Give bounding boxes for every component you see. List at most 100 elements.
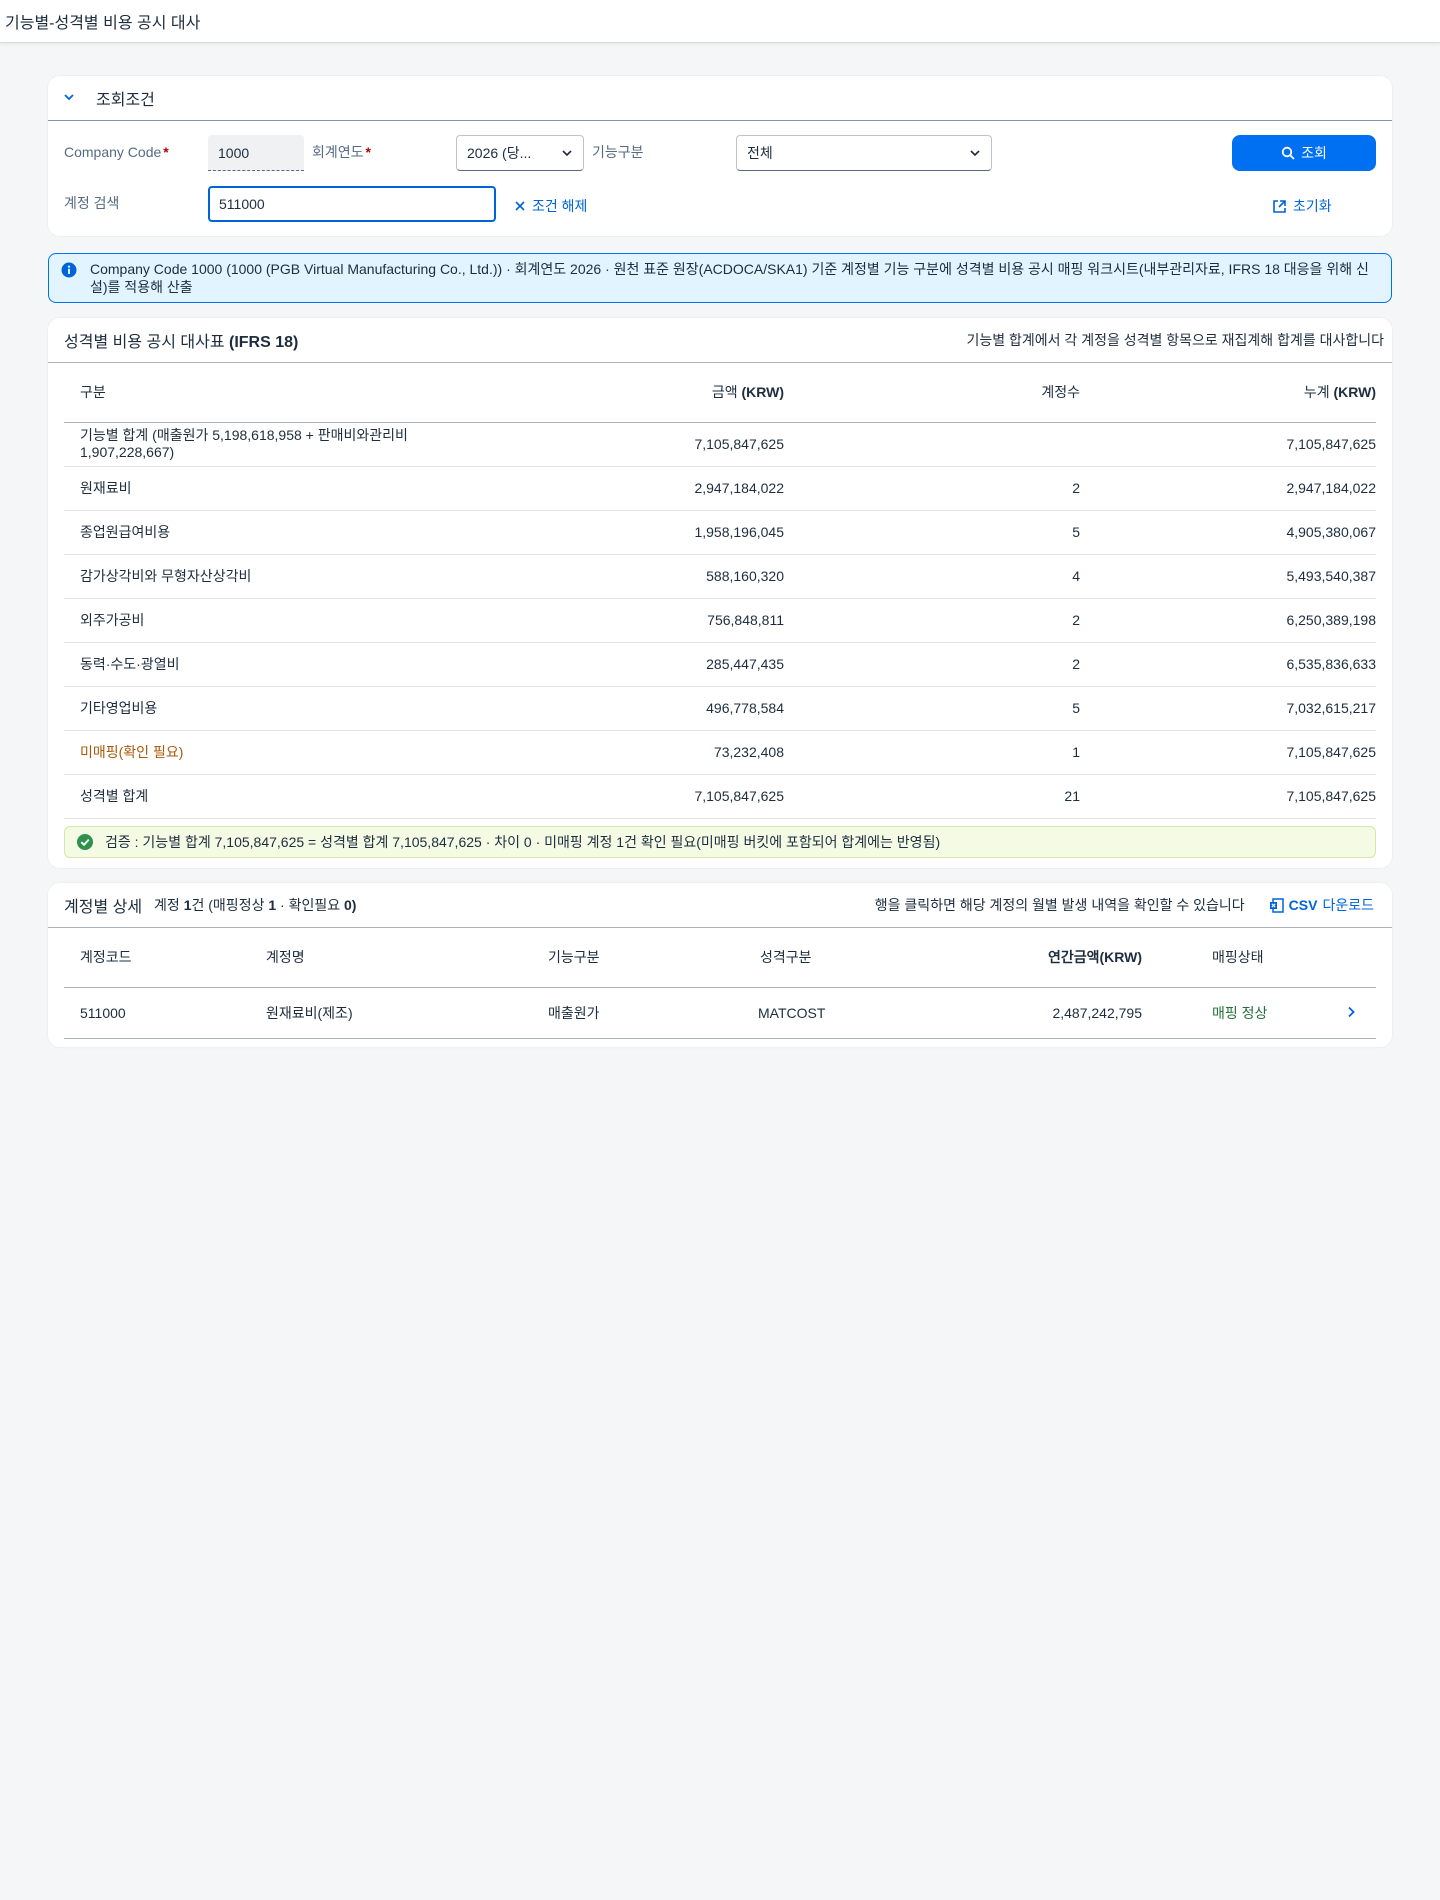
col-header-annual-amount: 연간금액(KRW) — [938, 928, 1142, 988]
row-amount: 73,232,408 — [424, 730, 784, 775]
table-row[interactable]: 511000 원재료비(제조) 매출원가 MATCOST 2,487,242,795 매핑… — [64, 987, 1376, 1039]
search-icon — [1281, 146, 1295, 160]
row-category: 동력·수도·광열비 — [64, 642, 424, 687]
fiscal-year-label: 회계연도 * — [312, 144, 371, 160]
row-category: 종업원급여비용 — [64, 510, 424, 555]
row-amount: 588,160,320 — [424, 554, 784, 599]
col-header-account-name: 계정명 — [266, 928, 548, 988]
success-check-icon — [77, 834, 93, 850]
table-row: 기능별 합계 (매출원가 5,198,618,958 + 판매비와관리비 1,9… — [64, 422, 1376, 467]
excel-export-icon — [1269, 897, 1284, 913]
function-select[interactable]: 전체 — [736, 135, 992, 171]
row-count: 1 — [784, 730, 1080, 775]
row-cumulative: 7,105,847,625 — [1080, 774, 1376, 819]
col-header-mapping-status: 매핑상태 — [1142, 928, 1320, 988]
row-cumulative: 7,032,615,217 — [1080, 686, 1376, 731]
row-count: 5 — [784, 686, 1080, 731]
col-header-function: 기능구분 — [548, 928, 758, 988]
account-search-label: 계정 검색 — [64, 195, 120, 211]
table-row: 감가상각비와 무형자산상각비 588,160,320 4 5,493,540,387 — [64, 554, 1376, 599]
table-row: 외주가공비 756,848,811 2 6,250,389,198 — [64, 598, 1376, 643]
account-search-input[interactable]: 511000 — [208, 186, 496, 222]
row-category: 원재료비 — [64, 466, 424, 511]
table-header-row: 구분 금액 (KRW) 계정수 누계 (KRW) — [64, 363, 1376, 423]
col-header-count: 계정수 — [784, 363, 1080, 423]
row-count: 2 — [784, 466, 1080, 511]
summary-hint: 기능별 합계에서 각 계정을 성격별 항목으로 재집계해 합계를 대사합니다 — [966, 332, 1384, 348]
clear-conditions-button[interactable]: 조건 해제 — [514, 196, 587, 216]
external-link-icon — [1273, 199, 1286, 213]
row-count: 2 — [784, 642, 1080, 687]
row-cumulative: 6,250,389,198 — [1080, 598, 1376, 643]
row-amount: 1,958,196,045 — [424, 510, 784, 555]
table-row: 원재료비 2,947,184,022 2 2,947,184,022 — [64, 466, 1376, 511]
summary-title: 성격별 비용 공시 대사표 (IFRS 18) — [64, 334, 299, 351]
row-cumulative: 6,535,836,633 — [1080, 642, 1376, 687]
row-nature: MATCOST — [758, 987, 938, 1039]
company-code-field[interactable]: 1000 — [208, 135, 304, 171]
summary-card: 성격별 비용 공시 대사표 (IFRS 18) 기능별 합계에서 각 계정을 성… — [48, 318, 1392, 868]
table-row: 성격별 합계 7,105,847,625 21 7,105,847,625 — [64, 774, 1376, 819]
row-category: 감가상각비와 무형자산상각비 — [64, 554, 424, 599]
table-row: 미매핑(확인 필요) 73,232,408 1 7,105,847,625 — [64, 730, 1376, 775]
row-category: 성격별 합계 — [64, 774, 424, 819]
summary-header: 성격별 비용 공시 대사표 (IFRS 18) 기능별 합계에서 각 계정을 성… — [48, 318, 1392, 363]
info-message-strip: Company Code 1000 (1000 (PGB Virtual Man… — [48, 253, 1392, 303]
row-account-name: 원재료비(제조) — [266, 987, 548, 1039]
close-icon — [515, 201, 525, 211]
chevron-down-icon — [562, 150, 572, 157]
row-count: 4 — [784, 554, 1080, 599]
row-cumulative: 2,947,184,022 — [1080, 466, 1376, 511]
table-row: 종업원급여비용 1,958,196,045 5 4,905,380,067 — [64, 510, 1376, 555]
row-category: 미매핑(확인 필요) — [64, 730, 424, 775]
row-amount: 7,105,847,625 — [424, 422, 784, 467]
search-button[interactable]: 조회 — [1232, 135, 1376, 171]
fiscal-year-select[interactable]: 2026 (당... — [456, 135, 584, 171]
detail-table: 계정코드 계정명 기능구분 성격구분 연간금액(KRW) 매핑상태 511000… — [64, 928, 1376, 1039]
detail-header: 계정별 상세 계정 1건 (매핑정상 1 · 확인필요 0) 행을 클릭하면 해… — [48, 883, 1392, 928]
row-count — [784, 422, 1080, 467]
row-account-code: 511000 — [64, 987, 266, 1039]
col-header-nature: 성격구분 — [758, 928, 938, 988]
col-header-amount: 금액 (KRW) — [424, 363, 784, 423]
verification-strip: 검증 : 기능별 합계 7,105,847,625 = 성격별 합계 7,105… — [64, 826, 1376, 858]
col-header-account-code: 계정코드 — [64, 928, 266, 988]
row-cumulative: 4,905,380,067 — [1080, 510, 1376, 555]
row-count: 21 — [784, 774, 1080, 819]
filter-panel: 조회조건 Company Code * 1000 회계연도 * 2026 (당...… — [48, 76, 1392, 236]
csv-download-button[interactable]: CSV 다운로드 — [1269, 895, 1374, 915]
row-function: 매출원가 — [548, 987, 758, 1039]
detail-hint: 행을 클릭하면 해당 계정의 월별 발생 내역을 확인할 수 있습니다 — [874, 897, 1245, 913]
info-icon — [61, 262, 77, 278]
chevron-down-icon — [970, 150, 980, 157]
verification-text: 검증 : 기능별 합계 7,105,847,625 = 성격별 합계 7,105… — [105, 834, 941, 850]
table-header-row: 계정코드 계정명 기능구분 성격구분 연간금액(KRW) 매핑상태 — [64, 928, 1376, 988]
row-navigation[interactable] — [1320, 987, 1376, 1039]
function-label: 기능구분 — [592, 144, 644, 160]
detail-title: 계정별 상세 — [64, 899, 143, 916]
row-cumulative: 7,105,847,625 — [1080, 422, 1376, 467]
col-header-cumulative: 누계 (KRW) — [1080, 363, 1376, 423]
row-annual-amount: 2,487,242,795 — [938, 987, 1142, 1039]
row-amount: 756,848,811 — [424, 598, 784, 643]
col-header-category: 구분 — [64, 363, 424, 423]
filter-title: 조회조건 — [96, 92, 155, 109]
shell-bar: 기능별-성격별 비용 공시 대사 — [0, 0, 1440, 43]
row-category: 외주가공비 — [64, 598, 424, 643]
row-category: 기능별 합계 (매출원가 5,198,618,958 + 판매비와관리비 1,9… — [64, 422, 424, 467]
chevron-down-icon[interactable] — [62, 90, 76, 107]
reset-button[interactable]: 초기화 — [1272, 196, 1332, 216]
info-text: Company Code 1000 (1000 (PGB Virtual Man… — [90, 261, 1369, 295]
table-row: 기타영업비용 496,778,584 5 7,032,615,217 — [64, 686, 1376, 731]
filter-header[interactable]: 조회조건 — [48, 76, 1392, 121]
row-amount: 2,947,184,022 — [424, 466, 784, 511]
row-category: 기타영업비용 — [64, 686, 424, 731]
row-amount: 496,778,584 — [424, 686, 784, 731]
company-code-label: Company Code * — [64, 144, 169, 160]
detail-count: 계정 1건 (매핑정상 1 · 확인필요 0) — [154, 897, 357, 913]
row-cumulative: 5,493,540,387 — [1080, 554, 1376, 599]
row-count: 5 — [784, 510, 1080, 555]
summary-table: 구분 금액 (KRW) 계정수 누계 (KRW) 기능별 합계 (매출원가 5,… — [64, 363, 1376, 819]
detail-card: 계정별 상세 계정 1건 (매핑정상 1 · 확인필요 0) 행을 클릭하면 해… — [48, 883, 1392, 1047]
row-amount: 285,447,435 — [424, 642, 784, 687]
